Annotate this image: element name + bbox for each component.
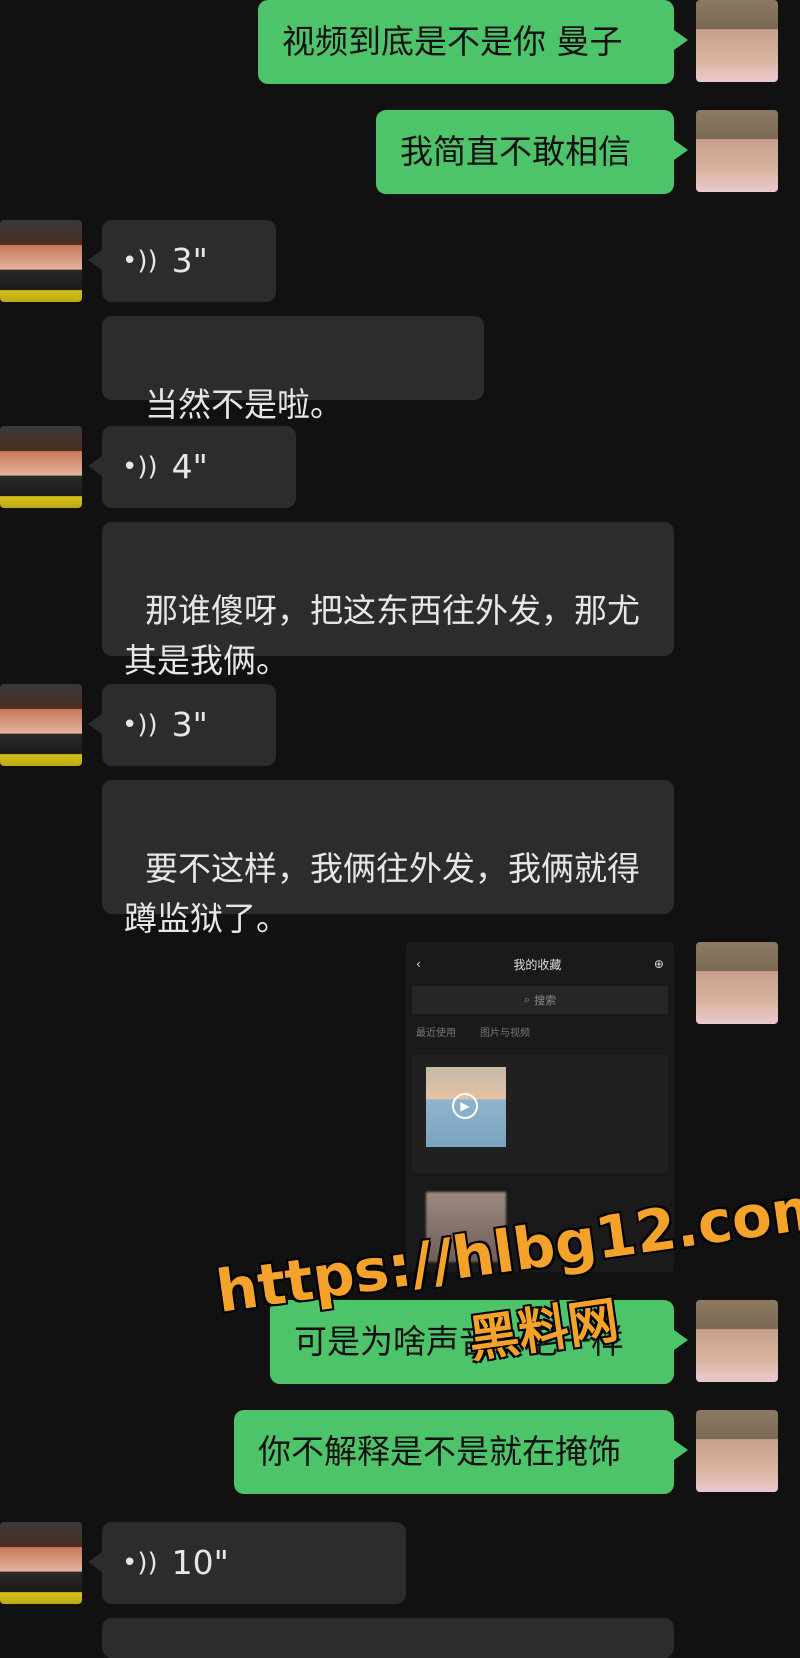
add-icon: ⊕	[653, 957, 664, 971]
voice-wave-icon: •))	[122, 452, 158, 482]
message-text: 你不解释是不是就在掩饰	[258, 1432, 621, 1471]
incoming-message[interactable]: 要不这样，我俩往外发，我俩就得 蹲监狱了。	[102, 780, 674, 938]
voice-wave-icon: •))	[122, 710, 158, 740]
voice-duration: 3"	[171, 241, 208, 280]
screenshot-tab: 最近使用	[416, 1028, 456, 1039]
voice-duration: 4"	[171, 447, 208, 486]
screenshot-tabs: 最近使用 图片与视频	[406, 1014, 674, 1049]
outgoing-message[interactable]: 视频到底是不是你 曼子	[258, 0, 688, 84]
my-avatar[interactable]	[696, 942, 778, 1024]
my-avatar[interactable]	[696, 1300, 778, 1382]
voice-duration: 3"	[171, 705, 208, 744]
screenshot-search-bar: ⌕ 搜索	[412, 986, 668, 1014]
screenshot-header: ‹ 我的收藏 ⊕	[406, 942, 674, 986]
search-placeholder: 搜索	[534, 994, 557, 1007]
incoming-message[interactable]: 当然不是啦。	[102, 316, 484, 424]
message-text: 我简直不敢相信	[400, 132, 631, 171]
play-icon: ▶	[452, 1093, 478, 1119]
message-text: 那谁傻呀，把这东西往外发，那尤 其是我俩。	[124, 591, 640, 680]
message-text: 要不这样，我俩往外发，我俩就得 蹲监狱了。	[124, 849, 640, 938]
voice-wave-icon: •))	[122, 1548, 158, 1578]
contact-avatar[interactable]	[0, 426, 82, 508]
voice-wave-icon: •))	[122, 246, 158, 276]
message-text: 视频到底是不是你 曼子	[282, 22, 623, 61]
search-icon: ⌕	[523, 993, 531, 1006]
voice-message[interactable]: •)) 4"	[88, 426, 296, 508]
contact-avatar[interactable]	[0, 220, 82, 302]
back-icon: ‹	[416, 957, 421, 971]
voice-duration: 10"	[171, 1543, 229, 1582]
incoming-message-partial[interactable]	[102, 1618, 674, 1658]
outgoing-message[interactable]: 你不解释是不是就在掩饰	[234, 1410, 688, 1494]
my-avatar[interactable]	[696, 110, 778, 192]
screenshot-title: 我的收藏	[513, 957, 562, 972]
contact-avatar[interactable]	[0, 684, 82, 766]
voice-message[interactable]: •)) 10"	[88, 1522, 406, 1604]
message-text: 当然不是啦。	[144, 385, 343, 424]
screenshot-tab: 图片与视频	[480, 1028, 530, 1039]
voice-message[interactable]: •)) 3"	[88, 220, 276, 302]
incoming-message[interactable]: 那谁傻呀，把这东西往外发，那尤 其是我俩。	[102, 522, 674, 680]
outgoing-message[interactable]: 我简直不敢相信	[376, 110, 688, 194]
my-avatar[interactable]	[696, 1410, 778, 1492]
screenshot-video-card: ▶	[412, 1055, 668, 1173]
my-avatar[interactable]	[696, 0, 778, 82]
voice-message[interactable]: •)) 3"	[88, 684, 276, 766]
contact-avatar[interactable]	[0, 1522, 82, 1604]
